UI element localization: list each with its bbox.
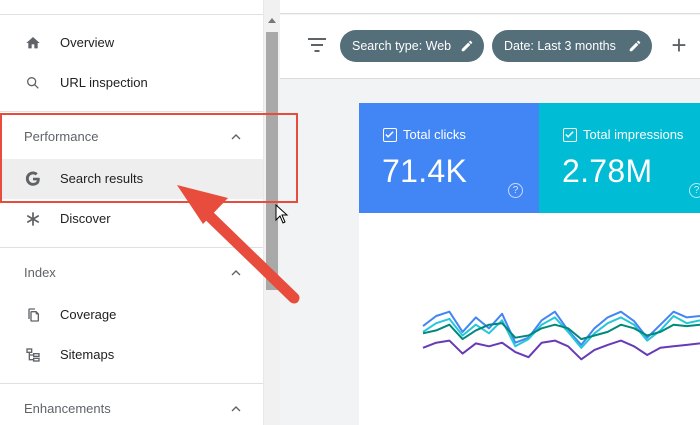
- sidebar-item-label: Coverage: [60, 307, 117, 322]
- scroll-up-arrow-icon[interactable]: [268, 18, 276, 23]
- section-title: Performance: [24, 129, 99, 144]
- sidebar-divider: [0, 383, 263, 384]
- performance-line-chart: [422, 310, 700, 361]
- chip-label: Search type: Web: [352, 39, 452, 53]
- chart-series-line-0: [422, 310, 700, 346]
- google-g-icon: [24, 170, 42, 188]
- section-header-performance[interactable]: Performance: [0, 119, 263, 155]
- sidebar-item-url-inspection[interactable]: URL inspection: [0, 63, 263, 103]
- pencil-icon: [629, 40, 641, 52]
- pencil-icon: [461, 40, 473, 52]
- checkbox-checked-icon[interactable]: [383, 128, 397, 142]
- sidebar-item-overview[interactable]: Overview: [0, 23, 263, 63]
- add-filter-button[interactable]: +: [667, 30, 691, 62]
- sidebar-item-sitemaps[interactable]: Sitemaps: [0, 335, 263, 375]
- home-icon: [24, 34, 42, 52]
- sidebar-item-label: URL inspection: [60, 75, 148, 90]
- search-icon: [24, 74, 42, 92]
- sidebar-divider: [0, 247, 263, 248]
- pages-icon: [24, 306, 42, 324]
- help-icon[interactable]: ?: [689, 183, 700, 198]
- metric-total-impressions[interactable]: Total impressions 2.78M ?: [539, 103, 700, 213]
- asterisk-icon: [24, 210, 42, 228]
- section-title: Enhancements: [24, 401, 111, 416]
- checkbox-checked-icon[interactable]: [563, 128, 577, 142]
- section-header-enhancements[interactable]: Enhancements: [0, 391, 263, 425]
- chevron-up-icon: [231, 270, 241, 276]
- sitemap-icon: [24, 346, 42, 364]
- main-content: Search type: Web Date: Last 3 months + T…: [280, 0, 700, 425]
- sidebar-item-search-results[interactable]: Search results: [0, 159, 263, 199]
- metric-total-clicks[interactable]: Total clicks 71.4K ?: [359, 103, 539, 213]
- chevron-up-icon: [231, 406, 241, 412]
- filter-icon[interactable]: [307, 37, 327, 53]
- performance-card: Total clicks 71.4K ? Total impressions 2…: [359, 103, 700, 425]
- scrollbar-thumb[interactable]: [266, 32, 278, 290]
- sidebar: Overview URL inspection Performance Sear…: [0, 0, 263, 425]
- sidebar-item-coverage[interactable]: Coverage: [0, 295, 263, 335]
- metric-label: Total impressions: [583, 127, 684, 142]
- sidebar-item-discover[interactable]: Discover: [0, 199, 263, 239]
- metric-label: Total clicks: [403, 127, 466, 142]
- chip-label: Date: Last 3 months: [504, 39, 616, 53]
- sidebar-item-label: Sitemaps: [60, 347, 115, 362]
- sidebar-item-label: Discover: [60, 211, 111, 226]
- section-title: Index: [24, 265, 56, 280]
- sidebar-divider: [0, 111, 263, 112]
- mouse-cursor-icon: [275, 204, 289, 224]
- date-range-chip[interactable]: Date: Last 3 months: [492, 30, 652, 62]
- sidebar-top-divider: [0, 14, 263, 15]
- chart-series-line-3: [422, 339, 700, 361]
- metric-value: 71.4K: [382, 153, 468, 189]
- main-top-bar: [280, 0, 700, 14]
- sidebar-item-label: Search results: [60, 171, 144, 186]
- search-type-chip[interactable]: Search type: Web: [340, 30, 484, 62]
- search-console-screen: Overview URL inspection Performance Sear…: [0, 0, 700, 425]
- filter-toolbar: Search type: Web Date: Last 3 months +: [280, 15, 700, 79]
- section-header-index[interactable]: Index: [0, 255, 263, 291]
- metric-value: 2.78M: [562, 153, 653, 189]
- help-icon[interactable]: ?: [508, 183, 523, 198]
- sidebar-item-label: Overview: [60, 35, 115, 50]
- chevron-up-icon: [231, 134, 241, 140]
